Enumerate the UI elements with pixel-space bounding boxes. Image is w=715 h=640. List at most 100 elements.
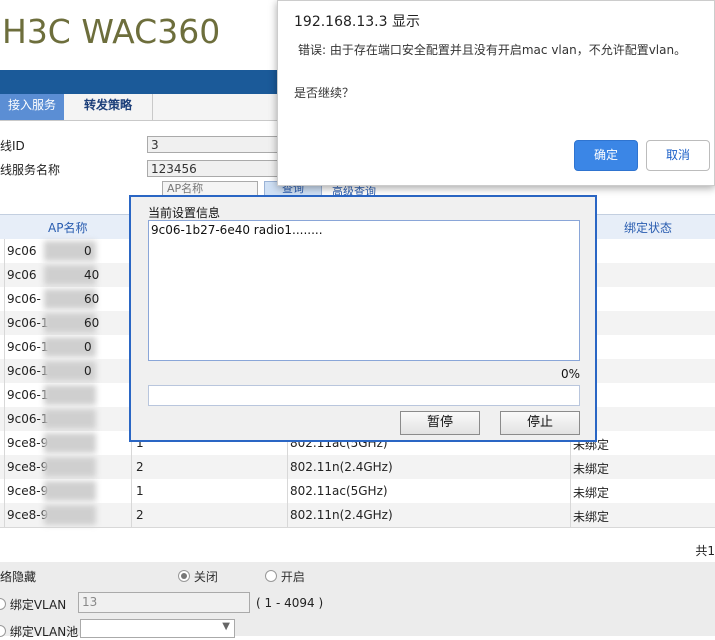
vlan-radio-icon[interactable] <box>0 598 6 610</box>
pause-button[interactable]: 暂停 <box>400 411 480 435</box>
cell-bind-status: 未绑定 <box>573 462 610 476</box>
vlan-row-label: 绑定VLAN <box>0 596 66 613</box>
vlan-pool-radio-icon[interactable] <box>0 625 6 637</box>
cell-ap-name: 9c06-1 <box>7 364 49 378</box>
table-row[interactable]: 9ce8-9 2 802.11n(2.4GHz) 未绑定 <box>0 455 715 480</box>
column-divider <box>570 455 571 479</box>
progress-bar <box>148 385 580 406</box>
column-divider <box>4 239 5 263</box>
table-row[interactable]: 9ce8-9 1 802.11ac(5GHz) 未绑定 <box>0 479 715 504</box>
cell-ap-name: 9c06-1 <box>7 412 49 426</box>
column-divider <box>287 503 288 527</box>
column-divider <box>131 503 132 527</box>
tab-access-service[interactable]: 接入服务 <box>0 94 64 120</box>
cell-radio-id: 2 <box>136 508 144 522</box>
cell-ap-name-tail: 40 <box>84 268 100 282</box>
column-divider <box>131 455 132 479</box>
cell-radio-mode: 802.11n(2.4GHz) <box>290 508 393 522</box>
column-divider <box>4 383 5 407</box>
cell-ap-name-tail: 60 <box>84 316 100 330</box>
service-name-field[interactable]: 123456 <box>147 160 287 177</box>
column-divider <box>4 311 5 335</box>
settings-area: 络隐藏 关闭 开启 绑定VLAN 13 ( 1 - 4094 ) 绑定VLAN池… <box>0 562 715 639</box>
cell-radio-id: 2 <box>136 460 144 474</box>
column-divider <box>570 503 571 527</box>
column-divider <box>570 479 571 503</box>
brand-title: H3C WAC360 <box>2 12 221 51</box>
radio-on-label: 开启 <box>280 570 305 584</box>
column-divider <box>4 431 5 455</box>
ok-button[interactable]: 确定 <box>574 140 638 171</box>
radio-off-option[interactable]: 关闭 <box>178 568 218 585</box>
redaction-mask <box>44 409 96 429</box>
tab-forwarding-policy[interactable]: 转发策略 <box>64 94 153 120</box>
cell-ap-name-tail: 0 <box>84 244 92 258</box>
vlan-pool-label: 绑定VLAN池 <box>9 625 79 639</box>
cell-bind-status: 未绑定 <box>573 510 610 524</box>
cell-ap-name: 9c06 <box>7 268 37 282</box>
redaction-mask <box>44 385 96 405</box>
total-count: 共1 <box>695 544 715 558</box>
cell-ap-name: 9c06-1 <box>7 340 49 354</box>
radio-on-icon[interactable] <box>265 570 277 582</box>
column-divider <box>4 407 5 431</box>
cancel-button[interactable]: 取消 <box>646 140 710 171</box>
redaction-mask <box>44 505 96 525</box>
col-ap-name[interactable]: AP名称 <box>48 219 87 236</box>
alert-message: 错误: 由于存在端口安全配置并且没有开启mac vlan，不允许配置vlan。 <box>298 43 687 57</box>
column-divider <box>4 479 5 503</box>
cell-ap-name-tail: 0 <box>84 364 92 378</box>
table-row[interactable]: 9ce8-9 2 802.11n(2.4GHz) 未绑定 <box>0 503 715 528</box>
cell-radio-id: 1 <box>136 484 144 498</box>
cell-ap-name: 9c06 <box>7 244 37 258</box>
redaction-mask <box>44 481 96 501</box>
service-name-label: 线服务名称 <box>0 163 61 177</box>
vlan-pool-select[interactable]: ▼ <box>80 619 235 638</box>
col-bind-status[interactable]: 绑定状态 <box>624 219 672 236</box>
cell-radio-mode: 802.11n(2.4GHz) <box>290 460 393 474</box>
column-divider <box>4 335 5 359</box>
column-divider <box>287 455 288 479</box>
column-divider <box>4 287 5 311</box>
cell-ap-name: 9c06- <box>7 292 41 306</box>
column-divider <box>4 359 5 383</box>
cell-ap-name-tail: 60 <box>84 292 100 306</box>
cell-ap-name: 9ce8-9 <box>7 508 49 522</box>
column-divider <box>4 263 5 287</box>
cell-ap-name-tail: 0 <box>84 340 92 354</box>
progress-percent: 0% <box>561 367 581 381</box>
cell-ap-name: 9c06-1 <box>7 316 49 330</box>
column-divider <box>4 455 5 479</box>
cell-ap-name: 9ce8-9 <box>7 460 49 474</box>
redaction-mask <box>44 433 96 453</box>
progress-log-text: 9c06-1b27-6e40 radio1........ <box>151 223 323 237</box>
column-divider <box>4 503 5 527</box>
chevron-down-icon: ▼ <box>222 621 230 632</box>
browser-alert-dialog: 192.168.13.3 显示 错误: 由于存在端口安全配置并且没有开启mac … <box>277 0 715 186</box>
filter-select-value: AP名称 <box>167 182 204 195</box>
id-field[interactable]: 3 <box>147 136 287 153</box>
radio-off-icon[interactable] <box>178 570 190 582</box>
cell-ap-name: 9ce8-9 <box>7 436 49 450</box>
filter-select[interactable]: AP名称 <box>162 181 258 196</box>
cell-ap-name: 9ce8-9 <box>7 484 49 498</box>
redaction-mask <box>44 457 96 477</box>
radio-on-option[interactable]: 开启 <box>265 568 305 585</box>
alert-question: 是否继续？ <box>294 86 355 100</box>
cell-ap-name: 9c06-1 <box>7 388 49 402</box>
column-divider <box>131 479 132 503</box>
alert-title: 192.168.13.3 显示 <box>294 14 420 30</box>
vlan-range-hint: ( 1 - 4094 ) <box>256 596 324 610</box>
vlan-pool-row: 绑定VLAN池 <box>0 623 78 640</box>
progress-log-box[interactable]: 9c06-1b27-6e40 radio1........ <box>148 220 580 361</box>
vlan-input[interactable]: 13 <box>78 592 250 613</box>
progress-title: 当前设置信息 <box>148 206 221 220</box>
cell-radio-mode: 802.11ac(5GHz) <box>290 484 388 498</box>
stop-button[interactable]: 停止 <box>500 411 580 435</box>
progress-dialog: 当前设置信息 9c06-1b27-6e40 radio1........ 0% … <box>129 195 597 442</box>
radio-off-label: 关闭 <box>193 570 218 584</box>
table-footer: 共1 <box>0 538 715 562</box>
column-divider <box>287 479 288 503</box>
id-label: 线ID <box>0 139 25 153</box>
vlan-label: 绑定VLAN <box>9 598 67 612</box>
